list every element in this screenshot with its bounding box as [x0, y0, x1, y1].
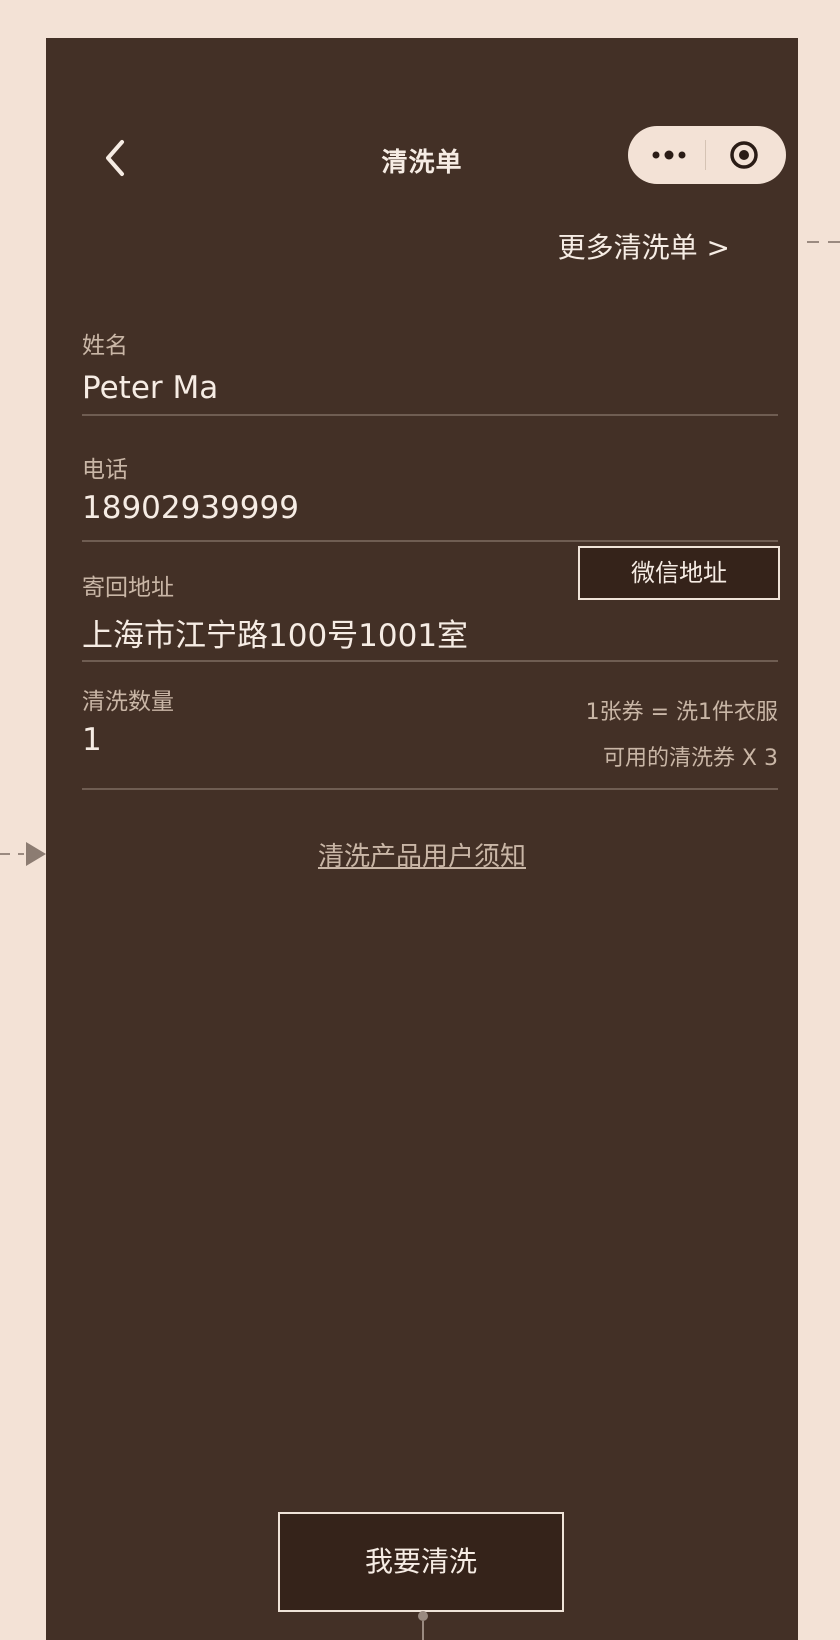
name-field[interactable]: 姓名 Peter Ma [82, 278, 778, 416]
phone-screen: 清洗单 更多清洗单 > 姓名 Peter Ma 电话 18902939999 寄… [46, 38, 798, 1640]
target-circle-icon[interactable] [724, 136, 764, 174]
more-orders-link[interactable]: 更多清洗单 > [558, 226, 730, 266]
quantity-value: 1 [82, 722, 102, 758]
annotation-connector-bottom [418, 1611, 428, 1640]
more-dots-icon[interactable] [648, 136, 694, 174]
address-value: 上海市江宁路100号1001室 [82, 618, 469, 654]
name-label: 姓名 [82, 333, 128, 359]
phone-field[interactable]: 电话 18902939999 [82, 416, 778, 542]
address-label: 寄回地址 [82, 575, 174, 601]
available-vouchers-hint: 可用的清洗券 X 3 [602, 746, 778, 771]
submit-wash-button[interactable]: 我要清洗 [278, 1512, 564, 1612]
user-notice-link[interactable]: 清洗产品用户须知 [46, 836, 798, 873]
wechat-address-button[interactable]: 微信地址 [578, 546, 780, 600]
mini-program-capsule [628, 126, 786, 184]
quantity-rule-hint: 1张券 = 洗1件衣服 [585, 700, 778, 725]
annotation-arrow-left [0, 842, 46, 866]
phone-label: 电话 [82, 457, 128, 483]
phone-value: 18902939999 [82, 490, 299, 526]
capsule-divider [705, 140, 706, 170]
name-value: Peter Ma [82, 370, 219, 406]
canvas: 清洗单 更多清洗单 > 姓名 Peter Ma 电话 18902939999 寄… [0, 0, 840, 1640]
quantity-label: 清洗数量 [82, 689, 174, 715]
